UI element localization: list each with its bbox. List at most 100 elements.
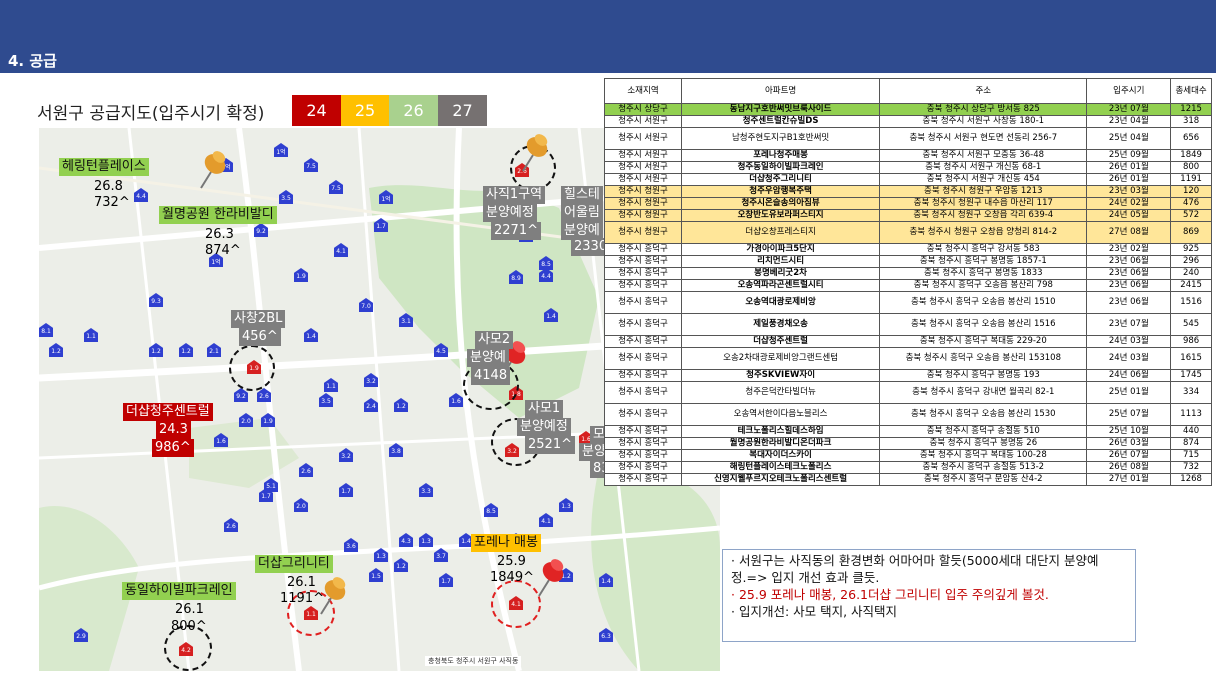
table-row: 청주시 흥덕구 테크노폴리스힐데스하임 충북 청주시 흥덕구 송절동 510 25년 …	[604, 425, 1212, 438]
cell-apartment-name: 봉명베리굿2차	[680, 267, 881, 280]
note-line-3: · 입지개선: 사모 택지, 사직택지	[731, 604, 898, 619]
cell-apartment-name: 청주시온슬송의아침뷰	[680, 197, 881, 210]
label-sachang-units: 456^	[239, 328, 281, 346]
cell-move-in-date: 26년 07월	[1086, 449, 1172, 462]
cell-total-units: 925	[1170, 243, 1212, 256]
table-row: 청주시 서원구 더샵청주그리니티 충북 청주시 서원구 개신동 454 26년 01월…	[604, 173, 1212, 186]
table-row: 청주시 흥덕구 더샵청주센트럴 충북 청주시 흥덕구 복대동 229-20 24년 0…	[604, 335, 1212, 348]
cell-region: 청주시 흥덕구	[604, 461, 682, 474]
cell-apartment-name: 청주센트럴칸슈빌DS	[680, 115, 881, 128]
cell-address: 충북 청주시 흥덕구 문암동 산4-2	[879, 473, 1088, 486]
label-samo1-name: 사모1	[525, 400, 564, 418]
cell-address: 충북 청주시 흥덕구 복대동 100-28	[879, 449, 1088, 462]
cell-region: 청주시 상당구	[604, 103, 682, 116]
label-dongil-units: 800^	[171, 619, 207, 634]
cell-apartment-name: 테크노폴리스힐데스하임	[680, 425, 881, 438]
cell-total-units: 240	[1170, 267, 1212, 280]
cell-total-units: 869	[1170, 221, 1212, 244]
cell-move-in-date: 26년 01월	[1086, 173, 1172, 186]
table-row: 청주시 흥덕구 오송역대광로제비앙 충북 청주시 흥덕구 오송읍 봉산리 1510 2…	[604, 291, 1212, 314]
cell-address: 충북 청주시 흥덕구 오송읍 봉산리 153108	[879, 347, 1088, 370]
table-row: 청주시 흥덕구 봉명베리굿2차 충북 청주시 흥덕구 봉명동 1833 23년 06월…	[604, 267, 1212, 280]
cell-move-in-date: 24년 05월	[1086, 209, 1172, 222]
cell-move-in-date: 23년 06월	[1086, 267, 1172, 280]
cell-address: 충북 청주시 서원구 개신동 454	[879, 173, 1088, 186]
table-row: 청주시 서원구 남청주현도지구B1호반써밋 충북 청주시 서원구 현도면 선동리 2…	[604, 127, 1212, 150]
label-sajik1-status: 분양예정	[483, 204, 537, 222]
table-row: 청주시 청원구 청주우암행복주택 충북 청주시 청원구 우암동 1213 23년 03…	[604, 185, 1212, 198]
cell-total-units: 296	[1170, 255, 1212, 268]
table-row: 청주시 흥덕구 신영지웰푸르지오테크노폴리스센트럴 충북 청주시 흥덕구 문암동 산…	[604, 473, 1212, 486]
cell-move-in-date: 25년 01월	[1086, 381, 1172, 404]
cell-address: 충북 청주시 서원구 모충동 36-48	[879, 149, 1088, 162]
label-thesharp-name: 더샵그리니티	[255, 555, 333, 573]
cell-move-in-date: 24년 02월	[1086, 197, 1172, 210]
cell-address: 충북 청주시 흥덕구 송절동 510	[879, 425, 1088, 438]
label-centreal-date: 24.3	[156, 421, 191, 439]
cell-region: 청주시 흥덕구	[604, 243, 682, 256]
cell-region: 청주시 흥덕구	[604, 279, 682, 292]
label-samo2-status: 분양예	[467, 349, 509, 367]
col-header-date: 입주시기	[1086, 78, 1172, 104]
cell-region: 청주시 청원구	[604, 197, 682, 210]
label-sajik1-units: 2271^	[491, 222, 541, 240]
cell-total-units: 874	[1170, 437, 1212, 450]
cell-address: 충북 청주시 흥덕구 오송읍 봉산리 1516	[879, 313, 1088, 336]
cell-move-in-date: 23년 03월	[1086, 185, 1172, 198]
cell-total-units: 1113	[1170, 403, 1212, 426]
note-line-2: · 25.9 포레나 매봉, 26.1더샵 그리니티 입주 주의깊게 볼것.	[731, 587, 1049, 602]
cell-move-in-date: 25년 07월	[1086, 403, 1172, 426]
notes-box: · 서원구는 사직동의 환경변화 어마어마 할듯(5000세대 대단지 분양예정…	[722, 549, 1136, 642]
cell-apartment-name: 오송역서한이다음노블리스	[680, 403, 881, 426]
cell-apartment-name: 청주우암행복주택	[680, 185, 881, 198]
cell-move-in-date: 24년 06월	[1086, 369, 1172, 382]
col-header-address: 주소	[879, 78, 1088, 104]
cell-apartment-name: 월명공원한라비발디온더파크	[680, 437, 881, 450]
cell-move-in-date: 23년 06월	[1086, 291, 1172, 314]
cell-address: 충북 청주시 흥덕구 봉명동 1857-1	[879, 255, 1088, 268]
note-line-1: · 서원구는 사직동의 환경변화 어마어마 할듯(5000세대 대단지 분양예정…	[731, 553, 1099, 585]
cell-address: 충북 청주시 흥덕구 복대동 229-20	[879, 335, 1088, 348]
cell-address: 충북 청주시 흥덕구 오송읍 봉산리 1510	[879, 291, 1088, 314]
cell-total-units: 572	[1170, 209, 1212, 222]
header-bar	[0, 0, 1216, 73]
table-row: 청주시 흥덕구 청주은덕칸타빌더뉴 충북 청주시 흥덕구 강내면 월곡리 82-1 2…	[604, 381, 1212, 404]
cell-total-units: 545	[1170, 313, 1212, 336]
label-forena-date: 25.9	[497, 554, 526, 569]
cell-region: 청주시 흥덕구	[604, 473, 682, 486]
legend-24: 24	[292, 95, 341, 126]
cell-apartment-name: 해링턴플레이스테크노폴리스	[680, 461, 881, 474]
cell-apartment-name: 오송2차대광로제비앙그랜드센텀	[680, 347, 881, 370]
label-centreal-name: 더샵청주센트럴	[123, 403, 213, 421]
cell-move-in-date: 25년 10월	[1086, 425, 1172, 438]
legend-26: 26	[389, 95, 438, 126]
cell-total-units: 318	[1170, 115, 1212, 128]
table-row: 청주시 서원구 포레나청주매봉 충북 청주시 서원구 모충동 36-48 25년 09…	[604, 149, 1212, 162]
label-dongil-date: 26.1	[175, 602, 204, 617]
cell-address: 충북 청주시 흥덕구 봉명동 26	[879, 437, 1088, 450]
label-samo2-units: 4148	[471, 367, 511, 385]
cell-total-units: 334	[1170, 381, 1212, 404]
cell-region: 청주시 서원구	[604, 115, 682, 128]
cell-region: 청주시 흥덕구	[604, 267, 682, 280]
cell-apartment-name: 더샵청주센트럴	[680, 335, 881, 348]
cell-apartment-name: 제일풍경채오송	[680, 313, 881, 336]
cell-region: 청주시 흥덕구	[604, 347, 682, 370]
cell-apartment-name: 오창반도유보라퍼스티지	[680, 209, 881, 222]
label-dongil-name: 동일하이빌파크레인	[122, 582, 236, 600]
table-row: 청주시 청원구 청주시온슬송의아침뷰 충북 청주시 청원구 내수읍 마산리 117 2…	[604, 197, 1212, 210]
table-row: 청주시 흥덕구 월명공원한라비발디온더파크 충북 청주시 흥덕구 봉명동 26 26년…	[604, 437, 1212, 450]
cell-region: 청주시 흥덕구	[604, 425, 682, 438]
cell-address: 충북 청주시 흥덕구 송절동 513-2	[879, 461, 1088, 474]
cell-total-units: 800	[1170, 161, 1212, 174]
cell-region: 청주시 서원구	[604, 173, 682, 186]
cell-apartment-name: 신영지웰푸르지오테크노폴리스센트럴	[680, 473, 881, 486]
table-row: 청주시 흥덕구 오송역서한이다음노블리스 충북 청주시 흥덕구 오송읍 봉산리 15…	[604, 403, 1212, 426]
cell-address: 충북 청주시 흥덕구 강서동 583	[879, 243, 1088, 256]
cell-total-units: 440	[1170, 425, 1212, 438]
cell-address: 충북 청주시 흥덕구 봉명동 193	[879, 369, 1088, 382]
col-header-region: 소재지역	[604, 78, 682, 104]
label-sachang-name: 사창2BL	[231, 310, 286, 328]
cell-apartment-name: 청주동일하이빌파크레인	[680, 161, 881, 174]
cell-move-in-date: 26년 03월	[1086, 437, 1172, 450]
